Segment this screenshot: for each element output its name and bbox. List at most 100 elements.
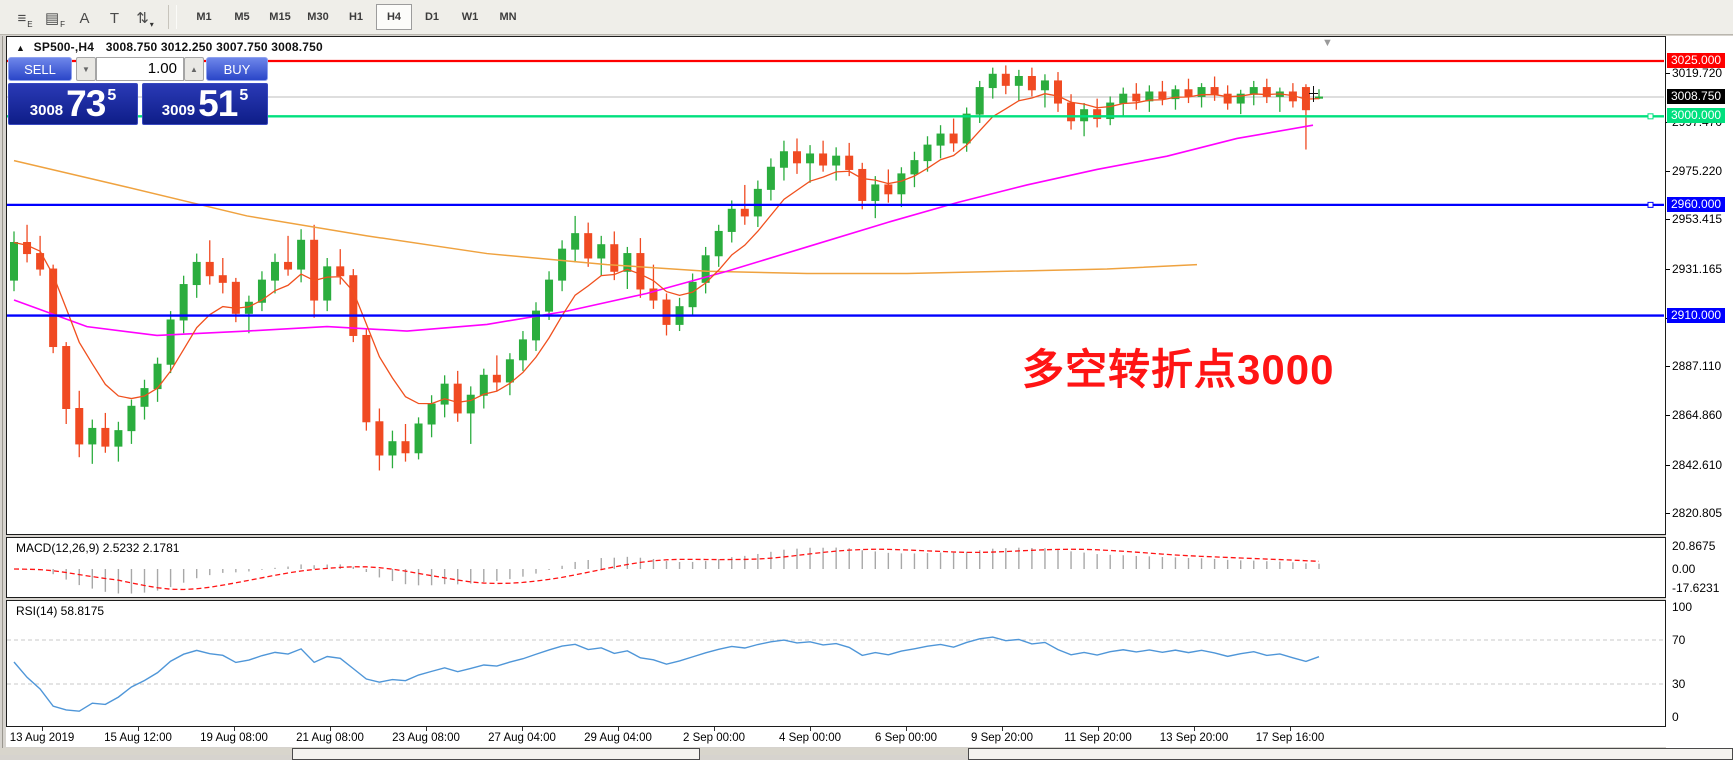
line-handle (1648, 202, 1653, 207)
macd-tick-label: 20.8675 (1672, 539, 1715, 553)
price-level-badge: 3025.000 (1667, 53, 1725, 68)
bid-sup-digit: 5 (107, 84, 116, 103)
chart-annotation-text: 多空转折点3000 (1022, 336, 1334, 397)
date-tick (234, 727, 235, 731)
price-level-badge: 2960.000 (1667, 197, 1725, 212)
rsi-label: RSI(14) 58.8175 (16, 604, 104, 618)
rsi-chart-canvas[interactable] (7, 601, 1664, 726)
date-label: 21 Aug 08:00 (296, 732, 364, 744)
rsi-tick-label: 30 (1672, 677, 1685, 691)
timeframe-M5[interactable]: M5 (224, 4, 260, 30)
price-tick-label: 2887.110 (1672, 359, 1721, 373)
date-label: 13 Sep 20:00 (1160, 732, 1228, 744)
top-toolbar: ≡E▤FAT⇅▾ M1M5M15M30H1H4D1W1MN (0, 0, 1733, 35)
arrows-tool-icon[interactable]: ⇅▾ (130, 4, 160, 30)
ask-prefix: 3009 (162, 101, 195, 121)
date-tick (330, 727, 331, 731)
price-tick-label: 2820.805 (1672, 506, 1722, 520)
fibonacci-tool-icon[interactable]: ▤F (40, 4, 70, 30)
date-tick (42, 727, 43, 731)
timeframe-M15[interactable]: M15 (262, 4, 298, 30)
price-tick-label: 2842.610 (1672, 458, 1722, 472)
chart-title: ▲ SP500-,H4 3008.750 3012.250 3007.750 3… (16, 40, 323, 54)
line-handle (1648, 114, 1653, 119)
date-tick (138, 727, 139, 731)
date-tick (906, 727, 907, 731)
collapse-arrow-icon[interactable]: ▲ (16, 43, 25, 53)
macd-chart-canvas[interactable] (7, 538, 1664, 597)
trading-terminal: { "toolbar": { "tools": [ {"id": "channe… (0, 0, 1733, 755)
timeframe-H1[interactable]: H1 (338, 4, 374, 30)
date-label: 27 Aug 04:00 (488, 732, 556, 744)
text-label-tool-icon[interactable]: A (70, 4, 100, 30)
rsi-tick-label: 0 (1672, 710, 1679, 724)
date-label: 29 Aug 04:00 (584, 732, 652, 744)
text-box-tool-icon[interactable]: T (100, 4, 130, 30)
date-tick (810, 727, 811, 731)
date-axis: 13 Aug 201915 Aug 12:0019 Aug 08:0021 Au… (6, 727, 1666, 747)
price-tick-label: 2953.415 (1672, 212, 1722, 226)
date-tick (522, 727, 523, 731)
toolbar-separator (168, 5, 177, 29)
bid-prefix: 3008 (30, 101, 63, 121)
price-tick-label: 2864.860 (1672, 408, 1722, 422)
date-tick (618, 727, 619, 731)
bid-price-box[interactable]: 3008 73 5 (8, 83, 138, 125)
bid-big-digits: 73 (66, 87, 105, 121)
timeframe-MN[interactable]: MN (490, 4, 526, 30)
symbol-period-label: SP500-,H4 (34, 40, 95, 54)
date-tick (1002, 727, 1003, 731)
docked-box (968, 748, 1733, 760)
price-level-badge: 2910.000 (1667, 308, 1725, 323)
volume-input[interactable]: 1.00 (96, 57, 184, 81)
buy-button[interactable]: BUY (206, 57, 268, 81)
date-tick (1290, 727, 1291, 731)
date-tick (1098, 727, 1099, 731)
date-label: 2 Sep 00:00 (683, 732, 745, 744)
date-label: 4 Sep 00:00 (779, 732, 841, 744)
volume-decrease-icon[interactable]: ▼ (76, 57, 96, 81)
crosshair-cursor-icon (1313, 86, 1314, 102)
date-label: 19 Aug 08:00 (200, 732, 268, 744)
axis-tick (1666, 513, 1670, 514)
price-level-badge: 3008.750 (1667, 89, 1725, 104)
timeframe-W1[interactable]: W1 (452, 4, 488, 30)
rsi-line (14, 637, 1319, 711)
date-tick (714, 727, 715, 731)
ohlc-values: 3008.750 3012.250 3007.750 3008.750 (106, 40, 323, 54)
axis-tick (1666, 269, 1670, 270)
timeframe-M1[interactable]: M1 (186, 4, 222, 30)
date-label: 23 Aug 08:00 (392, 732, 460, 744)
drawing-tools-group: ≡E▤FAT⇅▾ (10, 4, 160, 30)
bottom-docked-panel-edge (0, 748, 1733, 755)
date-label: 11 Sep 20:00 (1064, 732, 1132, 744)
date-tick (426, 727, 427, 731)
channel-tool-icon[interactable]: ≡E (10, 4, 40, 30)
date-label: 9 Sep 20:00 (971, 732, 1033, 744)
axis-tick (1666, 415, 1670, 416)
date-label: 6 Sep 00:00 (875, 732, 937, 744)
one-click-trade-panel: SELL ▼ 1.00 ▲ BUY 3008 73 5 3009 51 5 (8, 57, 268, 125)
ask-sup-digit: 5 (239, 84, 248, 103)
timeframe-toolbar: M1M5M15M30H1H4D1W1MN (185, 4, 527, 30)
date-label: 13 Aug 2019 (10, 732, 75, 744)
axis-tick (1666, 366, 1670, 367)
macd-tick-label: 0.00 (1672, 562, 1695, 576)
crosshair-cursor-icon (1309, 93, 1318, 94)
macd-histogram (14, 548, 1319, 594)
chart-shift-marker-icon[interactable]: ▼ (1322, 37, 1333, 49)
timeframe-M30[interactable]: M30 (300, 4, 336, 30)
slow-ma-line (14, 161, 1197, 274)
axis-tick (1666, 73, 1670, 74)
timeframe-D1[interactable]: D1 (414, 4, 450, 30)
date-label: 17 Sep 16:00 (1256, 732, 1324, 744)
window-left-edge (2, 36, 3, 755)
macd-label: MACD(12,26,9) 2.5232 2.1781 (16, 541, 179, 555)
rsi-tick-label: 70 (1672, 633, 1685, 647)
timeframe-H4[interactable]: H4 (376, 4, 412, 30)
axis-tick (1666, 171, 1670, 172)
ask-price-box[interactable]: 3009 51 5 (142, 83, 268, 125)
volume-increase-icon[interactable]: ▲ (184, 57, 204, 81)
sell-button[interactable]: SELL (8, 57, 72, 81)
macd-tick-label: -17.6231 (1672, 581, 1719, 595)
